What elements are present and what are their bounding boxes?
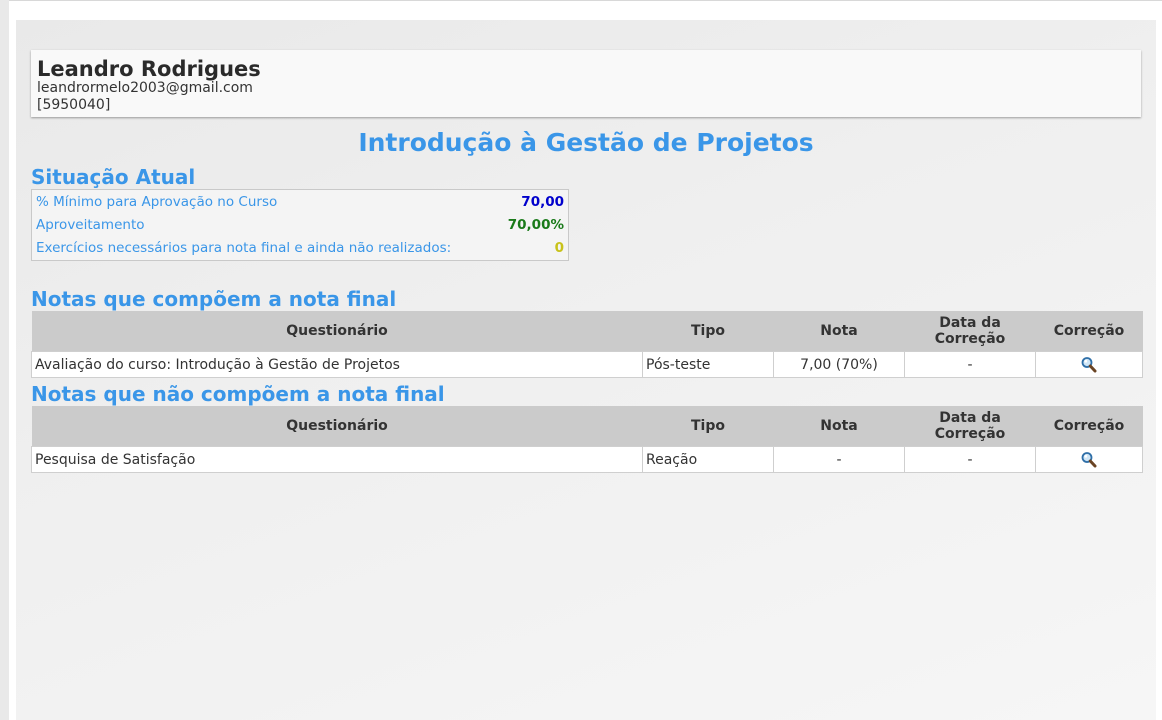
col-nota: Nota	[773, 311, 905, 352]
status-label: % Mínimo para Aprovação no Curso	[36, 194, 278, 210]
cell-questionario: Pesquisa de Satisfação	[31, 446, 643, 473]
status-value: 0	[554, 240, 564, 256]
main-panel: Leandro Rodrigues leandrormelo2003@gmail…	[16, 20, 1156, 720]
col-data-line1: Data da	[939, 410, 1001, 426]
user-name: Leandro Rodrigues	[37, 57, 261, 81]
other-grades-table: Questionário Tipo Nota Data da Correção …	[31, 406, 1143, 473]
col-correcao: Correção	[1035, 406, 1143, 447]
table-header-row: Questionário Tipo Nota Data da Correção …	[31, 311, 1143, 352]
col-tipo: Tipo	[642, 406, 774, 447]
status-row-performance: Aproveitamento 70,00%	[36, 214, 564, 236]
col-questionario: Questionário	[31, 406, 643, 447]
user-id: [5950040]	[37, 97, 111, 113]
cell-data: -	[904, 446, 1036, 473]
cell-correcao	[1035, 446, 1143, 473]
user-email: leandrormelo2003@gmail.com	[37, 80, 253, 96]
course-title: Introdução à Gestão de Projetos	[358, 128, 814, 157]
status-title: Situação Atual	[31, 165, 196, 189]
table-row: Pesquisa de Satisfação Reação - -	[31, 446, 1143, 473]
status-label: Exercícios necessários para nota final e…	[36, 240, 452, 256]
table-header-row: Questionário Tipo Nota Data da Correção …	[31, 406, 1143, 447]
magnifier-icon[interactable]	[1080, 451, 1098, 469]
col-data-correcao: Data da Correção	[904, 406, 1036, 447]
status-row-min-approval: % Mínimo para Aprovação no Curso 70,00	[36, 191, 564, 213]
col-correcao: Correção	[1035, 311, 1143, 352]
cell-correcao	[1035, 351, 1143, 378]
status-value: 70,00	[521, 194, 564, 210]
col-data-correcao: Data da Correção	[904, 311, 1036, 352]
cell-tipo: Reação	[642, 446, 774, 473]
final-grades-title: Notas que compõem a nota final	[31, 287, 397, 311]
other-grades-title: Notas que não compõem a nota final	[31, 382, 445, 406]
cell-questionario: Avaliação do curso: Introdução à Gestão …	[31, 351, 643, 378]
col-nota: Nota	[773, 406, 905, 447]
status-row-pending-exercises: Exercícios necessários para nota final e…	[36, 237, 564, 259]
table-row: Avaliação do curso: Introdução à Gestão …	[31, 351, 1143, 378]
magnifier-icon[interactable]	[1080, 356, 1098, 374]
left-sidebar-strip	[0, 0, 9, 720]
col-data-line2: Correção	[934, 426, 1006, 442]
cell-data: -	[904, 351, 1036, 378]
final-grades-table: Questionário Tipo Nota Data da Correção …	[31, 311, 1143, 378]
col-questionario: Questionário	[31, 311, 643, 352]
status-value: 70,00%	[507, 217, 564, 233]
cell-tipo: Pós-teste	[642, 351, 774, 378]
status-box: % Mínimo para Aprovação no Curso 70,00 A…	[31, 189, 569, 261]
status-label: Aproveitamento	[36, 217, 145, 233]
col-data-line2: Correção	[934, 331, 1006, 347]
top-border	[0, 0, 1162, 1]
col-data-line1: Data da	[939, 315, 1001, 331]
cell-nota: 7,00 (70%)	[773, 351, 905, 378]
cell-nota: -	[773, 446, 905, 473]
col-tipo: Tipo	[642, 311, 774, 352]
user-card: Leandro Rodrigues leandrormelo2003@gmail…	[31, 50, 1141, 117]
